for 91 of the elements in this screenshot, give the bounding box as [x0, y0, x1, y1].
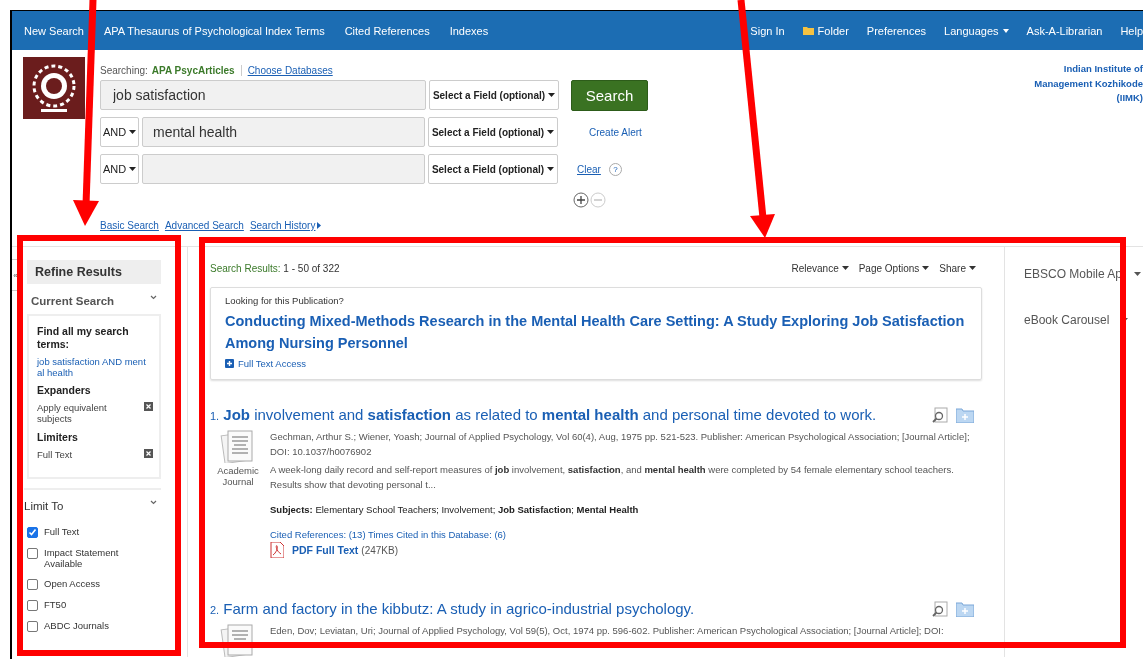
checkbox[interactable]: [27, 527, 38, 538]
checkbox[interactable]: [27, 579, 38, 590]
folder-icon: [802, 26, 814, 35]
citation-text: Eden, Dov; Leviatan, Uri; Journal of Applied Psychology, Vol 59(5), Oct, 1974 pp. 596-602. Publisher: American Psychological Association; [Journal Article]; DOI:: [270, 624, 944, 638]
caret-icon: [922, 266, 930, 270]
caret-icon: [548, 93, 556, 97]
checkbox-label: Impact Statement Available: [44, 547, 120, 569]
toolbar-dropdown[interactable]: Share: [939, 262, 976, 274]
field-dropdown[interactable]: Select a Field (optional): [428, 117, 558, 147]
pdf-icon: [270, 542, 284, 558]
full-text-access-link[interactable]: Full Text Access: [238, 358, 306, 369]
toolbar-dropdown[interactable]: Relevance: [791, 262, 849, 274]
toolbar-dropdown[interactable]: Page Options: [858, 262, 930, 274]
nav-link[interactable]: Languages: [944, 24, 1009, 37]
remove-icon[interactable]: [144, 402, 153, 411]
database-name: APA PsycArticles: [151, 64, 235, 76]
clear-link[interactable]: Clear: [577, 163, 601, 175]
search-input-field[interactable]: job satisfaction: [100, 80, 426, 110]
caret-icon: [129, 130, 137, 134]
checkbox-label: Open Access: [44, 578, 101, 589]
search-button[interactable]: Search: [571, 79, 648, 111]
remove-icon[interactable]: [144, 449, 153, 458]
nav-link[interactable]: Ask-A-Librarian: [1026, 24, 1103, 37]
results-summary: Search Results: 1 - 50 of 322: [210, 262, 340, 274]
preview-icon[interactable]: [932, 600, 948, 617]
field-dropdown[interactable]: Select a Field (optional): [428, 154, 558, 184]
publication-type: Academic Journal: [216, 465, 260, 487]
result-title-link[interactable]: Job involvement and satisfaction as related to mental health and personal time devoted to work.: [223, 406, 877, 423]
result-title-link[interactable]: Farm and factory in the kibbutz: A study in agrico-industrial psychology.: [223, 600, 695, 617]
search-mode-link[interactable]: Advanced Search: [164, 220, 244, 231]
operator-dropdown[interactable]: AND: [100, 154, 139, 184]
subjects-text: Subjects: Elementary School Teachers; Involvement; Job Satisfaction; Mental Health: [270, 503, 640, 517]
section-heading: Current Search: [31, 295, 115, 307]
caret-icon: [1134, 272, 1142, 276]
checkbox-label: FT50: [44, 599, 68, 610]
result-number: 2.: [210, 604, 220, 616]
checkbox-label: Full Text: [44, 526, 81, 537]
checkbox[interactable]: [27, 600, 38, 611]
nav-link[interactable]: Sign In: [750, 24, 785, 37]
chevron-icon[interactable]: [150, 295, 157, 300]
nav-link[interactable]: Help: [1120, 24, 1143, 37]
nav-link[interactable]: Indexes: [449, 24, 489, 37]
nav-link[interactable]: Folder: [802, 24, 849, 37]
applied-filter: Full Text: [37, 449, 74, 460]
create-alert-link[interactable]: Create Alert: [589, 126, 642, 138]
section-heading: Limit To: [24, 500, 64, 512]
search-terms-link[interactable]: job satisfaction AND ment al health: [37, 356, 153, 378]
checkbox-label: ABDC Journals: [44, 620, 110, 631]
result-number: 1.: [210, 410, 220, 422]
pdf-full-text-link[interactable]: PDF Full Text: [292, 542, 359, 558]
caret-icon: [841, 266, 849, 270]
search-mode-link[interactable]: Basic Search: [100, 220, 159, 231]
caret-icon: [317, 222, 322, 229]
searching-label: Searching:: [100, 64, 148, 76]
abstract-text: A week-long daily record and self-report measures of job involvement, satisfaction, and mental health were completed by 54 female elementary school teachers. Results show that devoting personal t...: [270, 463, 955, 492]
caret-icon: [547, 167, 555, 171]
operator-dropdown[interactable]: AND: [100, 117, 139, 147]
sidebar-title: Refine Results: [27, 260, 161, 284]
cited-references-link[interactable]: Cited References: (13) Times Cited in this Database: (6): [270, 527, 982, 542]
search-input-field[interactable]: [142, 154, 425, 184]
caret-icon: [129, 167, 137, 171]
nav-link[interactable]: Preferences: [866, 24, 927, 37]
search-input-field[interactable]: mental health: [142, 117, 425, 147]
panel-heading: Find all my search terms:: [37, 325, 130, 351]
panel-dropdown[interactable]: eBook Carousel: [1024, 313, 1129, 327]
applied-filter: Apply equivalent subjects: [37, 402, 108, 424]
institution-name: Indian Institute of Management Kozhikode (IIMK): [1034, 62, 1143, 105]
nav-link[interactable]: Cited References: [344, 24, 430, 37]
plus-icon: [225, 359, 234, 368]
panel-label: eBook Carousel: [1024, 313, 1110, 327]
choose-databases-link[interactable]: Choose Databases: [247, 64, 333, 76]
publication-prompt: Looking for this Publication?: [225, 295, 345, 306]
search-mode-link[interactable]: Search History: [249, 220, 322, 231]
add-row-icon[interactable]: [573, 192, 589, 208]
file-size: (247KB): [361, 543, 398, 558]
panel-heading: Expanders: [37, 384, 92, 397]
nav-link[interactable]: APA Thesaurus of Psychological Index Terms: [103, 24, 325, 37]
journal-icon: [220, 429, 256, 463]
nav-link[interactable]: New Search: [24, 24, 84, 37]
logo-icon: [23, 57, 85, 119]
preview-icon[interactable]: [932, 406, 948, 423]
checkbox[interactable]: [27, 548, 38, 559]
collapse-button[interactable]: «: [12, 259, 20, 291]
publication-title-link[interactable]: Conducting Mixed-Methods Research in the Mental Health Care Setting: A Study Exploring Job Satisfaction Among Nursing Personnel: [225, 310, 967, 354]
caret-icon: [969, 266, 976, 270]
caret-icon: [1002, 28, 1009, 33]
caret-icon: [547, 130, 555, 134]
field-dropdown[interactable]: Select a Field (optional): [429, 80, 559, 110]
panel-heading: Limiters: [37, 431, 79, 444]
checkbox[interactable]: [27, 621, 38, 632]
chevron-icon[interactable]: [150, 500, 157, 505]
